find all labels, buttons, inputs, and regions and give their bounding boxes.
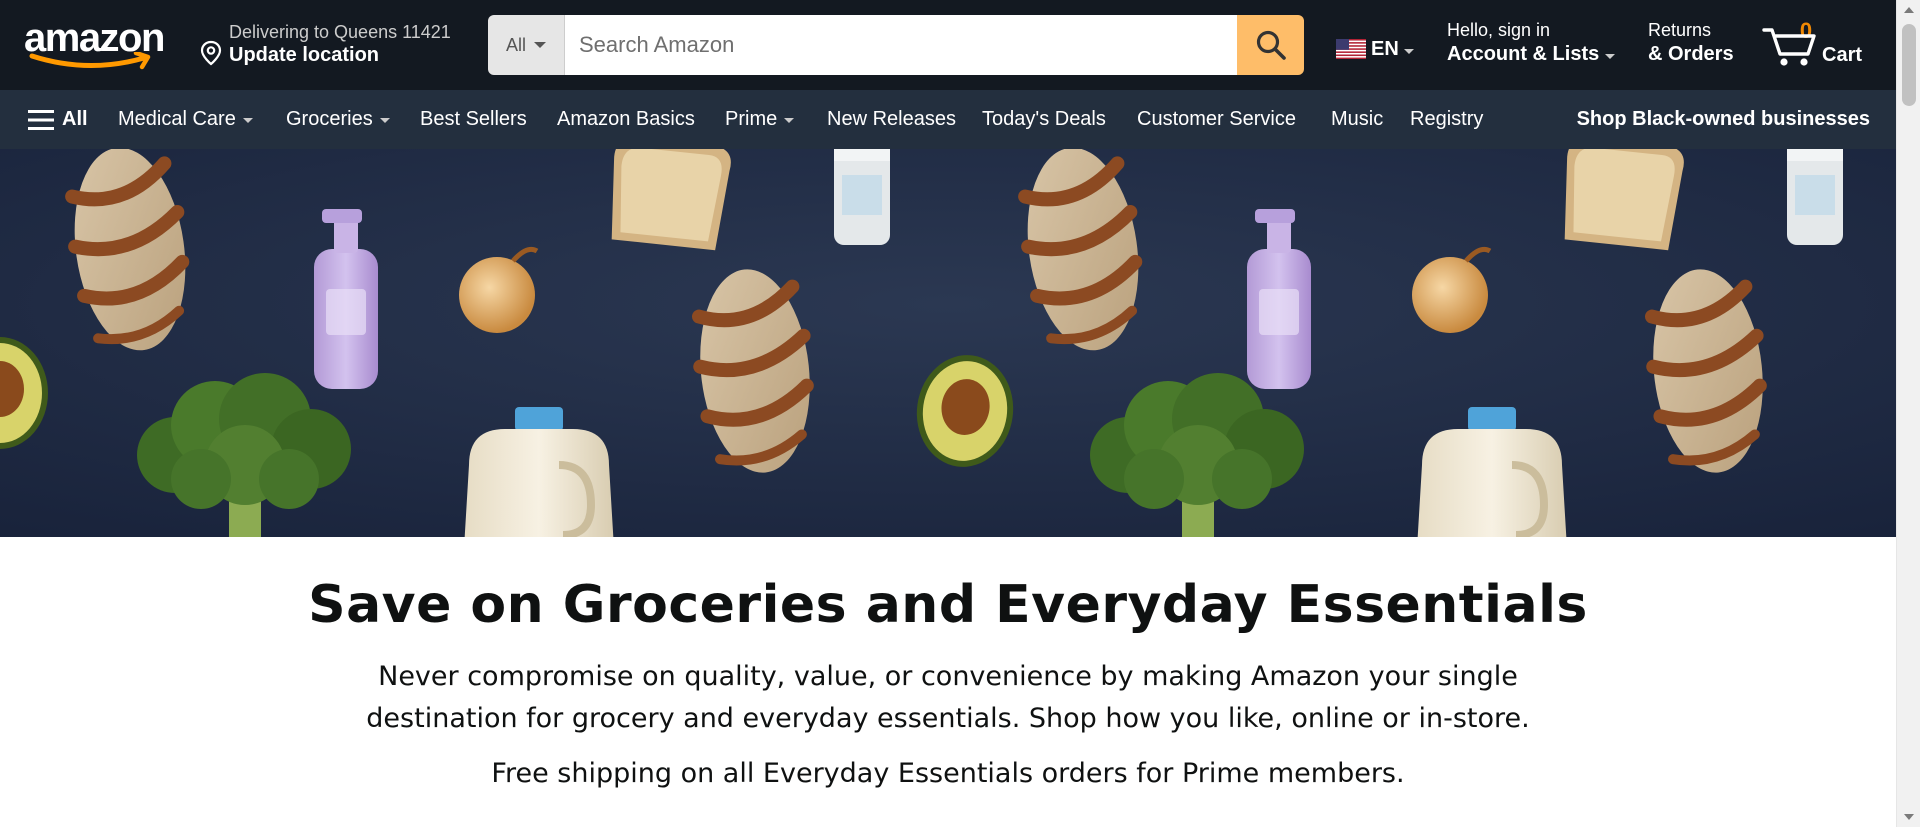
nav-item-registry[interactable]: Registry <box>1410 90 1483 149</box>
chevron-down-icon <box>242 118 253 123</box>
nav-item-label: Today's Deals <box>982 108 1106 130</box>
scroll-down-arrow-icon[interactable] <box>1904 814 1914 820</box>
search-input[interactable] <box>565 15 1237 75</box>
nav-item-prime[interactable]: Prime <box>725 90 795 149</box>
scroll-up-arrow-icon[interactable] <box>1904 7 1914 13</box>
language-selector[interactable]: EN <box>1336 36 1414 62</box>
us-flag-icon <box>1336 39 1366 59</box>
delivery-address: Delivering to Queens 11421 <box>229 22 451 42</box>
nav-item-label: Prime <box>725 108 778 130</box>
orders-label: & Orders <box>1648 43 1734 65</box>
nav-item-medical-care[interactable]: Medical Care <box>118 90 253 149</box>
chevron-down-icon <box>379 118 390 123</box>
nav-item-label: Registry <box>1410 108 1484 130</box>
chevron-down-icon <box>1605 54 1616 59</box>
chevron-down-icon <box>534 42 546 48</box>
nav-item-groceries[interactable]: Groceries <box>286 90 390 149</box>
shop-black-owned-link[interactable]: Shop Black-owned businesses <box>1577 90 1870 149</box>
nav-item-label: New Releases <box>827 108 956 130</box>
hero-banner[interactable] <box>0 149 1896 537</box>
account-greeting: Hello, sign in <box>1447 20 1551 40</box>
nav-item-label: Music <box>1331 108 1384 130</box>
all-menu-label: All <box>62 108 88 130</box>
nav-item-music[interactable]: Music <box>1331 90 1383 149</box>
nav-item-label: Customer Service <box>1137 108 1296 130</box>
all-menu-button[interactable]: All <box>28 90 88 149</box>
location-pin-icon <box>200 40 222 66</box>
nav-item-label: Medical Care <box>118 108 236 130</box>
search-button[interactable] <box>1237 15 1304 75</box>
nav-item-todays-deals[interactable]: Today's Deals <box>982 90 1106 149</box>
nav-item-label: Amazon Basics <box>557 108 695 130</box>
main-content: Save on Groceries and Everyday Essential… <box>0 537 1896 827</box>
page-description: Never compromise on quality, value, or c… <box>366 661 1530 734</box>
returns-and-orders[interactable]: Returns & Orders <box>1648 20 1734 66</box>
search-category-dropdown[interactable]: All <box>488 15 565 75</box>
page-title: Save on Groceries and Everyday Essential… <box>308 575 1588 635</box>
chevron-down-icon <box>1403 48 1414 54</box>
amazon-smile-icon <box>29 52 151 70</box>
search-bar: All <box>488 15 1304 75</box>
search-category-label: All <box>505 34 526 55</box>
nav-item-customer-service[interactable]: Customer Service <box>1137 90 1296 149</box>
nav-item-amazon-basics[interactable]: Amazon Basics <box>557 90 695 149</box>
returns-label: Returns <box>1648 20 1712 40</box>
chevron-down-icon <box>784 118 795 123</box>
cart-label: Cart <box>1822 44 1863 66</box>
shipping-note: Free shipping on all Everyday Essentials… <box>491 758 1405 789</box>
update-location-link: Update location <box>229 44 380 66</box>
nav-item-label: Groceries <box>286 108 373 130</box>
page-scrollbar[interactable] <box>1896 0 1920 827</box>
amazon-logo[interactable]: amazon <box>24 18 176 72</box>
account-and-lists[interactable]: Hello, sign in Account & Lists <box>1447 20 1622 66</box>
cart-icon <box>1762 28 1816 66</box>
account-label: Account & Lists <box>1447 43 1622 66</box>
hamburger-menu-icon <box>28 109 54 130</box>
scrollbar-thumb[interactable] <box>1902 24 1916 106</box>
top-navigation-bar: amazon Delivering to Queens 11421 Update… <box>0 0 1896 90</box>
account-lists-label: Account & Lists <box>1447 43 1600 65</box>
nav-item-label: Best Sellers <box>420 108 527 130</box>
nav-item-new-releases[interactable]: New Releases <box>827 90 956 149</box>
hero-grocery-pattern <box>0 149 1896 537</box>
nav-item-best-sellers[interactable]: Best Sellers <box>420 90 527 149</box>
search-icon <box>1256 30 1286 60</box>
promo-label: Shop Black-owned businesses <box>1576 108 1870 130</box>
cart-button[interactable]: 0 Cart <box>1762 14 1872 74</box>
secondary-navigation-bar: All Medical Care Groceries Best Sellers … <box>0 90 1896 149</box>
delivery-location[interactable]: Delivering to Queens 11421 Update locati… <box>200 20 470 70</box>
language-code: EN <box>1371 37 1399 60</box>
